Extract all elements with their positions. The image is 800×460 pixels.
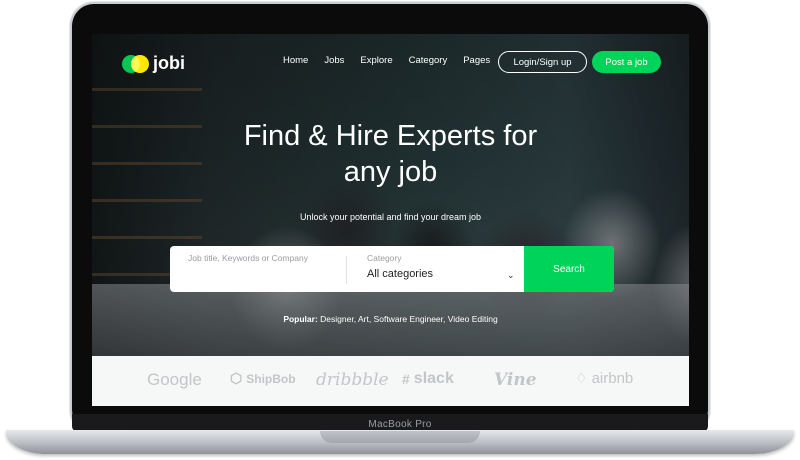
category-select[interactable]: All categories [367, 268, 433, 280]
airbnb-logo-text: airbnb [591, 370, 634, 387]
dribbble-logo: dribbble [316, 370, 389, 390]
logo-text: jobi [153, 53, 185, 73]
nav-category[interactable]: Category [409, 55, 448, 66]
hero-title-line2: any job [343, 156, 438, 188]
nav-home[interactable]: Home [283, 55, 308, 66]
dribbble-logo-text: dribbble [316, 370, 389, 390]
search-button[interactable]: Search [524, 246, 614, 292]
nav-jobs[interactable]: Jobs [324, 55, 344, 66]
vine-logo: Vine [494, 370, 537, 390]
device-model-label: MacBook Pro [368, 419, 432, 430]
login-signup-button[interactable]: Login/Sign up [498, 51, 587, 73]
slack-logo: # slack [402, 370, 454, 388]
slack-logo-text: slack [413, 370, 454, 387]
shipbob-logo-text: ShipBob [246, 371, 296, 386]
nav-explore[interactable]: Explore [360, 55, 392, 66]
site-logo[interactable]: jobi [122, 53, 185, 74]
laptop-mockup: MacBook Pro jobi Home Jobs Explore Categ… [0, 0, 800, 460]
popular-label: Popular: [283, 314, 318, 324]
nav-links: Home Jobs Explore Category Pages [283, 55, 506, 66]
logo-icon [122, 54, 149, 73]
vine-logo-text: Vine [494, 370, 537, 390]
slack-hash-icon: # [402, 371, 410, 387]
google-logo: Google [147, 370, 202, 390]
airbnb-belo-icon: ♢ [575, 370, 588, 386]
google-logo-text: Google [147, 370, 202, 389]
shipbob-logo: ⬡ ShipBob [230, 370, 296, 387]
laptop-notch [320, 431, 480, 443]
hero-title-line1: Find & Hire Experts for [243, 120, 538, 152]
airbnb-logo: ♢ airbnb [575, 370, 633, 387]
popular-items[interactable]: Designer, Art, Software Engineer, Video … [320, 314, 498, 324]
hero-title: Find & Hire Experts for any job [92, 118, 689, 190]
search-divider [346, 256, 347, 284]
keyword-search-input[interactable]: Job title, Keywords or Company [188, 253, 308, 263]
post-job-button[interactable]: Post a job [592, 51, 661, 73]
hero-subtitle: Unlock your potential and find your drea… [299, 212, 482, 222]
popular-searches: Popular: Designer, Art, Software Enginee… [92, 314, 689, 324]
category-label: Category [367, 253, 402, 263]
chevron-down-icon[interactable]: ⌄ [507, 270, 515, 281]
nav-pages[interactable]: Pages [463, 55, 490, 66]
shipbob-box-icon: ⬡ [230, 370, 243, 386]
website-screen: jobi Home Jobs Explore Category Pages Lo… [92, 34, 689, 406]
partner-logos-strip: Google ⬡ ShipBob dribbble # slack Vine ♢… [92, 356, 689, 406]
top-navigation: jobi Home Jobs Explore Category Pages Lo… [92, 34, 689, 90]
